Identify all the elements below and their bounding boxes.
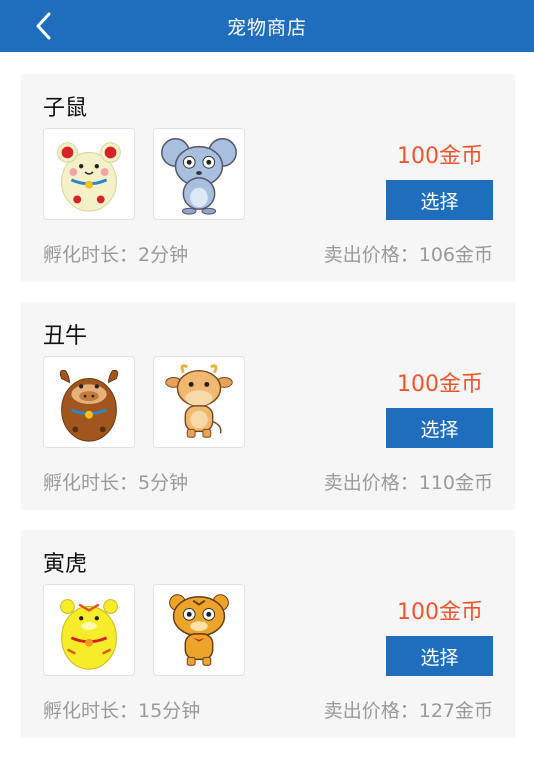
sell-price: 卖出价格：106金币 [324,240,493,267]
hatch-duration-value: 15分钟 [138,700,201,722]
hatch-duration-label: 孵化时长： [43,244,139,266]
pet-card-rat: 子鼠 100金币 选择 孵化时长：2分钟 卖出价格：106金币 [21,74,515,282]
hatch-duration: 孵化时长：2分钟 [43,240,188,267]
hatch-duration-value: 2分钟 [138,244,189,266]
select-button[interactable]: 选择 [386,408,493,448]
sell-price-value: 110金币 [418,472,493,494]
price-label: 100金币 [397,600,483,625]
ox-icon[interactable] [153,356,245,448]
price-label: 100金币 [397,372,483,397]
pet-name: 寅虎 [43,552,88,577]
mouse-icon[interactable] [153,128,245,220]
sell-price: 卖出价格：127金币 [324,696,493,723]
app-header: 宠物商店 [0,0,534,52]
ox-egg-icon[interactable] [43,356,135,448]
pet-card-ox: 丑牛 100金币 选择 孵化时长：5分钟 卖出价格：110金币 [21,302,515,510]
sell-price-value: 106金币 [418,244,493,266]
hatch-duration-label: 孵化时长： [43,472,139,494]
mouse-egg-icon[interactable] [43,128,135,220]
hatch-duration: 孵化时长：5分钟 [43,468,188,495]
chevron-left-icon [36,12,51,40]
price-label: 100金币 [397,144,483,169]
hatch-duration-value: 5分钟 [138,472,189,494]
pet-name: 子鼠 [43,96,88,121]
select-button[interactable]: 选择 [386,180,493,220]
pet-card-tiger: 寅虎 100金币 选择 孵化时长：15分钟 卖出价格：127金币 [21,530,515,738]
hatch-duration-label: 孵化时长： [43,700,139,722]
back-button[interactable] [30,12,58,40]
tiger-icon[interactable] [153,584,245,676]
sell-price: 卖出价格：110金币 [324,468,493,495]
sell-price-label: 卖出价格： [323,472,419,494]
select-button[interactable]: 选择 [386,636,493,676]
sell-price-value: 127金币 [418,700,493,722]
page-title: 宠物商店 [226,16,307,39]
hatch-duration: 孵化时长：15分钟 [43,696,200,723]
sell-price-label: 卖出价格： [323,244,419,266]
pet-name: 丑牛 [43,324,88,349]
sell-price-label: 卖出价格： [323,700,419,722]
tiger-egg-icon[interactable] [43,584,135,676]
